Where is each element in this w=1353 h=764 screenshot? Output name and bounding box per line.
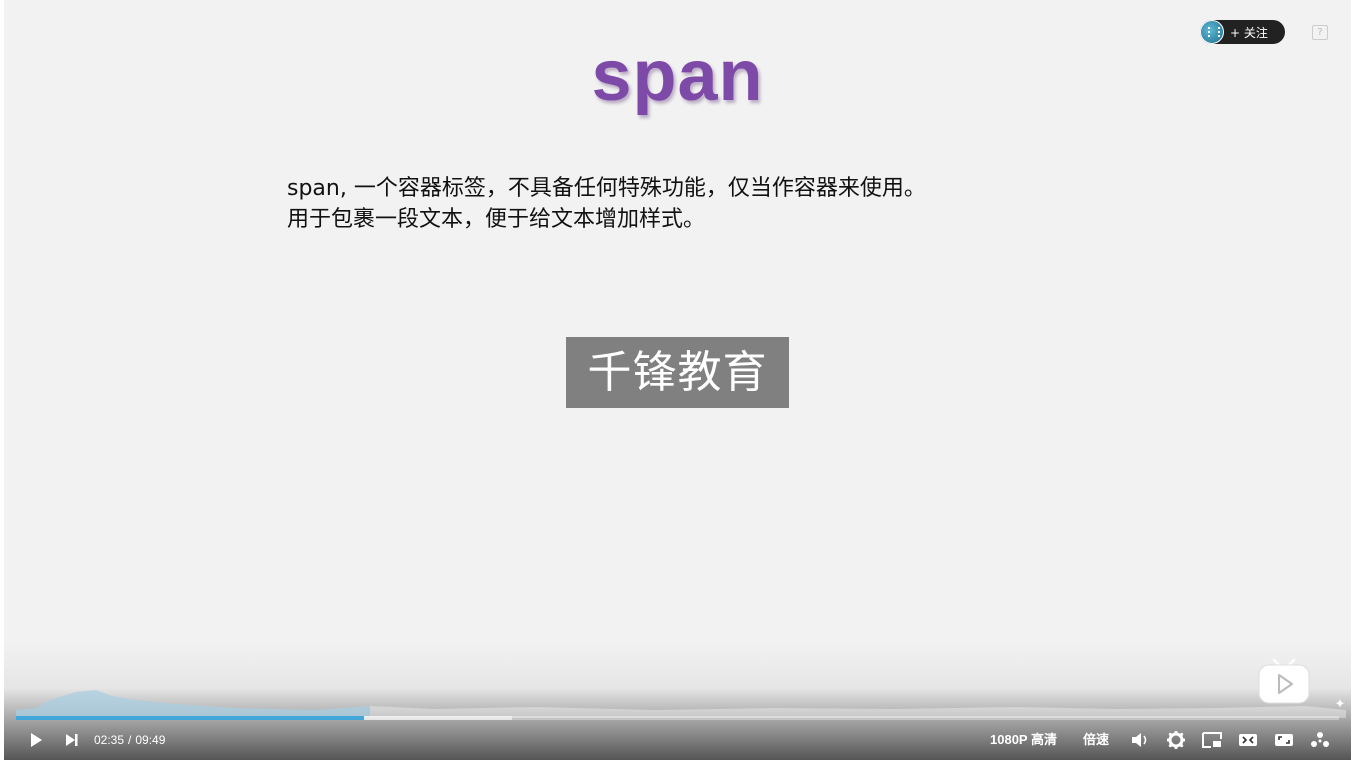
slide-line: 用于包裹一段文本，便于给文本增加样式。 (287, 207, 706, 232)
duration: 09:49 (135, 733, 166, 747)
high-energy-progress-chart (16, 690, 1346, 718)
time-separator: / (128, 733, 132, 747)
play-icon (31, 733, 42, 747)
settings-button[interactable] (1164, 728, 1188, 752)
next-icon (66, 734, 78, 746)
progress-bar[interactable] (16, 716, 1339, 720)
volume-button[interactable] (1128, 728, 1152, 752)
fullscreen-button[interactable] (1308, 728, 1332, 752)
time-display: 02:35/09:49 (94, 732, 165, 748)
quality-button[interactable]: 1080P 高清 (990, 731, 1057, 749)
web-fullscreen-icon (1275, 734, 1293, 746)
slide-title: span (591, 36, 764, 116)
speed-button[interactable]: 倍速 (1083, 731, 1109, 749)
gear-icon (1167, 731, 1185, 749)
help-button[interactable]: ? (1312, 25, 1328, 40)
fullscreen-icon (1311, 732, 1329, 747)
next-button[interactable] (60, 728, 84, 752)
play-button[interactable] (24, 728, 48, 752)
slide-body: span, 一个容器标签，不具备任何特殊功能，仅当作容器来使用。 用于包裹一段文… (287, 173, 1047, 235)
widescreen-icon (1239, 734, 1257, 746)
watermark: 千锋教育 (566, 337, 789, 408)
pin-icon[interactable]: ✦ (1333, 698, 1347, 712)
follow-button[interactable]: + 关注 (1200, 20, 1285, 44)
tv-mascot-icon[interactable] (1256, 656, 1312, 704)
pip-button[interactable] (1200, 728, 1224, 752)
picture-in-picture-icon (1202, 732, 1222, 748)
volume-icon (1132, 733, 1147, 747)
progress-played (16, 716, 364, 720)
web-fullscreen-button[interactable] (1272, 728, 1296, 752)
slide-line: span, 一个容器标签，不具备任何特殊功能，仅当作容器来使用。 (287, 176, 926, 201)
video-player[interactable]: span span, 一个容器标签，不具备任何特殊功能，仅当作容器来使用。 用于… (4, 0, 1351, 760)
follow-label: + 关注 (1230, 25, 1268, 40)
uploader-avatar (1200, 20, 1224, 44)
current-time: 02:35 (94, 733, 125, 747)
widescreen-button[interactable] (1236, 728, 1260, 752)
